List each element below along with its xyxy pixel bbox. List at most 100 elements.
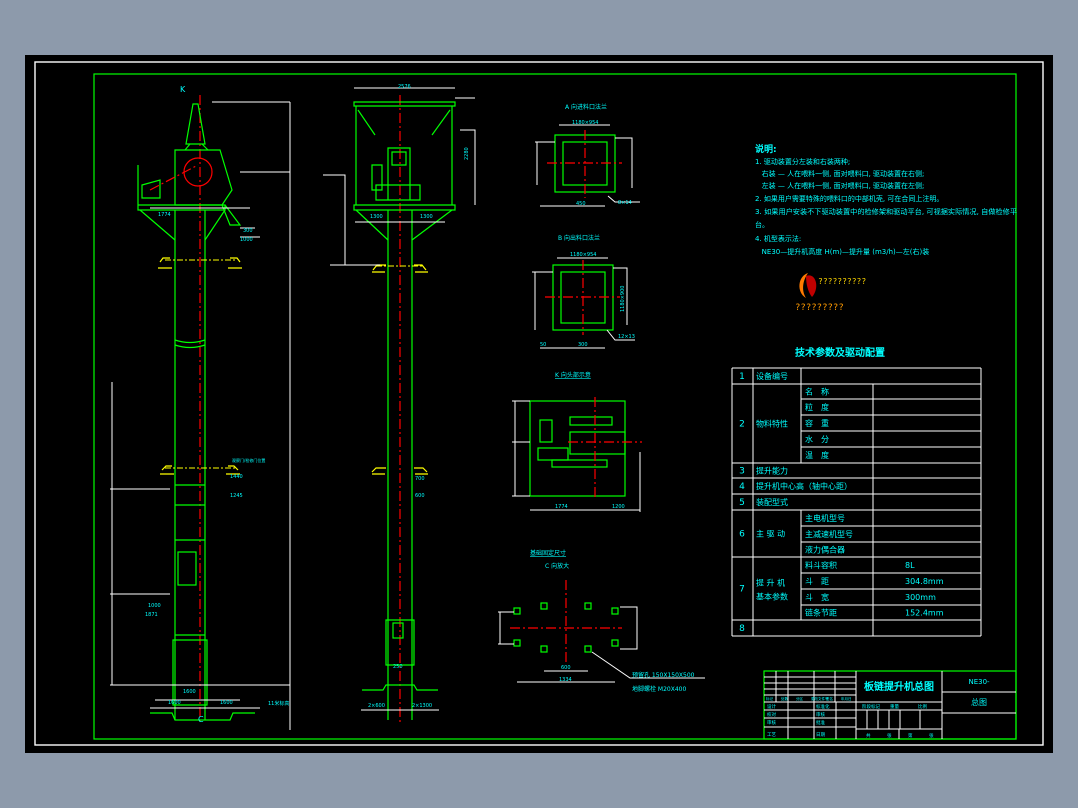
view-label-k: K xyxy=(180,85,186,94)
row-label: 设备编号 xyxy=(756,371,788,381)
row-number: 2 xyxy=(739,420,745,430)
title-cell: 设计 xyxy=(767,703,776,710)
note-line: NE30—提升机高度 H(m)—提升量 (m3/h)—左(右)装 xyxy=(755,247,929,256)
dim-text: 2×600 xyxy=(368,703,385,709)
dim-text: 1440 xyxy=(230,474,243,480)
param-value: 152.4mm xyxy=(905,609,944,618)
drawing-area xyxy=(25,55,1053,753)
title-cell: 日期 xyxy=(816,732,825,738)
param-label: 主减速机型号 xyxy=(805,529,853,539)
row-number: 5 xyxy=(739,498,745,508)
title-cell: 年月日 xyxy=(841,696,852,701)
view-title: B 向出料口法兰 xyxy=(558,234,600,242)
row-number: 6 xyxy=(739,530,745,540)
title-cell: 审核 xyxy=(767,719,776,726)
logo-text: ?????????? xyxy=(818,277,866,286)
notes-heading: 说明: xyxy=(755,143,777,155)
dim-text: 1334 xyxy=(559,677,572,683)
title-cell: 工艺 xyxy=(767,732,776,738)
dim-text: 1200 xyxy=(612,504,625,510)
note-line: 右装 — 人在喂料一侧, 面对喂料口, 驱动装置在右侧; xyxy=(755,169,924,178)
title-cell: 阶段标记 xyxy=(862,703,880,710)
dim-text: 1600 xyxy=(168,700,181,706)
dim-text: 1300 xyxy=(420,214,433,220)
row-number: 8 xyxy=(739,624,745,634)
dim-text: 1000 xyxy=(148,603,161,609)
dim-text: 300 xyxy=(578,342,588,348)
drawing-model: NE30- xyxy=(968,678,990,686)
param-label: 水 分 xyxy=(805,434,829,444)
param-label: 液力偶合器 xyxy=(805,545,845,555)
title-cell: 比例 xyxy=(918,703,927,710)
note-line: 4. 机型表示法: xyxy=(755,234,801,243)
dim-text: 1180×954 xyxy=(570,252,596,258)
row-number: 3 xyxy=(739,467,745,477)
param-label: 斗 距 xyxy=(805,577,829,586)
title-cell: 张 xyxy=(887,732,892,739)
dim-text: 12×13 xyxy=(618,334,635,340)
dim-text: 1000 xyxy=(240,237,253,243)
note-text: 地脚螺栓 M20X400 xyxy=(632,685,686,693)
param-value: 8L xyxy=(905,561,915,570)
dim-text: 300 xyxy=(243,228,253,234)
title-cell: 标记 xyxy=(766,696,774,701)
param-label: 料斗容积 xyxy=(805,560,837,570)
param-label: 主电机型号 xyxy=(805,513,845,523)
row-label: 提 升 机 xyxy=(756,578,785,588)
param-label: 链条节距 xyxy=(805,608,837,618)
param-label: 斗 宽 xyxy=(805,592,829,602)
dim-text: 1600 xyxy=(220,700,233,706)
row-label: 提升能力 xyxy=(756,466,788,476)
row-number: 1 xyxy=(739,372,745,382)
row-label: 主 驱 动 xyxy=(756,529,785,539)
title-cell: 审核 xyxy=(816,711,825,718)
dim-text: 250 xyxy=(393,664,403,670)
note-text: 预留孔 150X150X500 xyxy=(632,671,695,679)
title-cell: 处数 xyxy=(781,696,789,701)
param-value: 304.8mm xyxy=(905,577,944,586)
title-cell: 第 xyxy=(908,732,913,739)
note-line: 3. 如果用户安装不下驱动装置中的检修架和驱动平台, 可视据实际情况, 自做检修… xyxy=(755,207,1017,216)
title-cell: 分区 xyxy=(796,696,804,701)
note-line: 2. 如果用户需要特殊的喂料口的中部机壳, 可在合同上注明。 xyxy=(755,194,943,203)
row-label: 基本参数 xyxy=(756,592,788,602)
cad-drawing-canvas[interactable]: K C 1774 300 1000 1440 1245 1000 1871 16… xyxy=(0,0,1078,808)
note-line: 台。 xyxy=(755,220,769,229)
title-cell: 张 xyxy=(929,732,934,739)
row-label: 提升机中心高（轴中心距） xyxy=(756,481,852,491)
param-value: 300mm xyxy=(905,593,936,602)
row-label: 装配型式 xyxy=(756,497,788,507)
logo-subtext: ????????? xyxy=(795,303,844,313)
dim-text: 2280 xyxy=(464,147,470,160)
view-label-c: C xyxy=(198,715,204,724)
title-cell: 批准 xyxy=(816,719,825,726)
view-title: 基础固定尺寸 xyxy=(530,549,566,557)
dim-text: 1774 xyxy=(158,212,171,218)
title-cell: 标准化 xyxy=(816,703,830,710)
note-line: 1. 驱动装置分左装和右装两种; xyxy=(755,157,850,166)
dim-text: 700 xyxy=(415,476,425,482)
dim-text: 1300 xyxy=(370,214,383,220)
note-text: 观察门/检修门位置 xyxy=(232,457,265,463)
title-cell: 校对 xyxy=(767,711,776,718)
title-cell: 共 xyxy=(866,732,871,739)
param-label: 粒 度 xyxy=(805,402,829,412)
row-number: 7 xyxy=(739,585,745,595)
dim-text: 600 xyxy=(415,493,425,499)
dim-text: 50 xyxy=(540,342,546,348)
row-label: 物料特性 xyxy=(756,419,788,429)
drawing-title: 板链提升机总图 xyxy=(864,680,934,693)
dim-text: 1180×900 xyxy=(620,286,626,312)
dim-text: 600 xyxy=(561,665,571,671)
view-title: A 向进料口法兰 xyxy=(565,103,607,111)
title-cell: 重量 xyxy=(890,703,899,710)
dim-text: 8×14 xyxy=(618,200,632,206)
table-title: 技术参数及驱动配置 xyxy=(795,346,885,359)
dim-text: 1245 xyxy=(230,493,243,499)
view-subtitle: C 向放大 xyxy=(545,562,569,570)
dim-text: 1774 xyxy=(555,504,568,510)
param-label: 容 重 xyxy=(805,418,829,428)
dim-text: 2576 xyxy=(398,84,411,90)
dim-text: 2×1300 xyxy=(412,703,432,709)
dim-text: 1600 xyxy=(183,689,196,695)
